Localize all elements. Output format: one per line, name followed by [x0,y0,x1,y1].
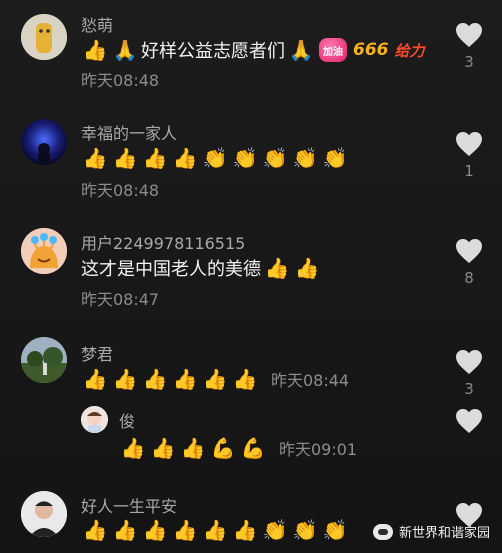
like-count: 8 [464,269,474,287]
avatar-photo-icon [21,337,67,383]
like-count: 1 [464,162,474,180]
thumbs-up-icon: 👍 [142,518,168,542]
like-button[interactable]: 8 [452,238,486,287]
avatar[interactable] [21,337,67,383]
pray-icon: 🙏 [112,38,138,62]
heart-icon [456,23,482,47]
like-button[interactable] [452,408,486,434]
pray-icon: 🙏 [288,38,314,62]
thumbs-up-icon: 👍 [120,436,146,460]
avatar-photo-icon [21,491,67,537]
thumbs-up-icon: 👍 [142,367,168,391]
avatar-monster-icon [21,228,67,274]
avatar[interactable] [21,14,67,60]
thumbs-up-icon: 👍 [82,146,108,170]
wechat-icon [372,523,393,540]
like-button[interactable]: 1 [452,131,486,180]
thumbs-up-icon: 👍 [172,518,198,542]
thumbs-up-icon: 👍 [232,518,258,542]
comment-text: 👍 👍 👍 💪 💪 昨天09:01 [119,434,358,462]
thumbs-up-icon: 👍 [82,38,108,62]
thumbs-up-icon: 👍 [172,146,198,170]
heart-icon [456,409,482,433]
comment-text-segment: 这才是中国老人的美德 [81,259,261,280]
avatar[interactable] [21,119,67,165]
comment-text: 👍 👍 👍 👍 👍 👍 昨天08:44 [81,365,350,393]
clapping-hands-icon: 👏 [262,518,288,542]
comment-author[interactable]: 好人一生平安 [81,493,177,517]
comment-author[interactable]: 梦君 [81,341,113,365]
comment-author[interactable]: 用户2249978116515 [81,230,245,254]
comment-list: 悐萌 👍 🙏 好样公益志愿者们 🙏 加油 666 给力 昨天08:48 3 幸福… [0,0,502,553]
clapping-hands-icon: 👏 [322,518,348,542]
heart-icon [456,132,482,156]
comment-time: 昨天08:48 [81,181,160,200]
flexed-biceps-icon: 💪 [240,436,266,460]
like-count: 3 [464,53,474,71]
thumbs-up-icon: 👍 [172,367,198,391]
comment-author[interactable]: 悐萌 [81,12,113,36]
avatar-cartoon-icon [21,14,67,60]
avatar[interactable] [81,406,108,433]
avatar[interactable] [21,228,67,274]
clapping-hands-icon: 👏 [232,146,258,170]
jiayou-sticker-icon: 加油 [319,38,347,62]
watermark: 新世界和谐家园 [372,522,490,541]
six-six-six-sticker-icon: 666 [353,40,389,60]
comment-text: 👍 👍 👍 👍 👍 👍 👏 👏 👏 [81,516,349,544]
clapping-hands-icon: 👏 [292,146,318,170]
thumbs-up-icon: 👍 [150,436,176,460]
thumbs-up-icon: 👍 [294,256,320,280]
comment-text: 这才是中国老人的美德 👍 👍 [81,254,321,282]
geili-sticker-icon: 给力 [394,41,425,60]
comment-text-segment: 好样公益志愿者们 [141,41,285,62]
watermark-label: 新世界和谐家园 [398,526,490,541]
clapping-hands-icon: 👏 [292,518,318,542]
avatar-photo-icon [81,406,108,433]
thumbs-up-icon: 👍 [112,518,138,542]
like-button[interactable]: 3 [452,22,486,71]
thumbs-up-icon: 👍 [202,367,228,391]
comment-author[interactable]: 俊 [119,408,135,432]
thumbs-up-icon: 👍 [82,518,108,542]
comment-author[interactable]: 幸福的一家人 [81,120,177,144]
avatar-photo-icon [21,119,67,165]
thumbs-up-icon: 👍 [202,518,228,542]
thumbs-up-icon: 👍 [264,256,290,280]
clapping-hands-icon: 👏 [202,146,228,170]
thumbs-up-icon: 👍 [180,436,206,460]
avatar[interactable] [21,491,67,537]
clapping-hands-icon: 👏 [262,146,288,170]
heart-icon [456,239,482,263]
flexed-biceps-icon: 💪 [210,436,236,460]
comment-time: 昨天08:44 [271,371,350,390]
comment-time: 昨天09:01 [279,440,358,459]
heart-icon [456,350,482,374]
comment-text: 👍 👍 👍 👍 👏 👏 👏 👏 👏 [81,144,349,172]
like-button[interactable]: 3 [452,349,486,398]
thumbs-up-icon: 👍 [112,367,138,391]
clapping-hands-icon: 👏 [322,146,348,170]
thumbs-up-icon: 👍 [82,367,108,391]
thumbs-up-icon: 👍 [142,146,168,170]
comment-text: 👍 🙏 好样公益志愿者们 🙏 加油 666 给力 [81,36,427,64]
thumbs-up-icon: 👍 [112,146,138,170]
thumbs-up-icon: 👍 [232,367,258,391]
comment-time: 昨天08:47 [81,290,160,309]
comment-time: 昨天08:48 [81,71,160,90]
like-count: 3 [464,380,474,398]
